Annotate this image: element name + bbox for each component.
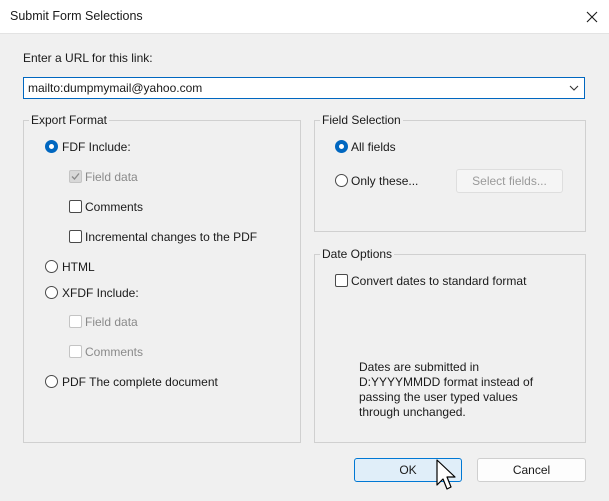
note-line: through unchanged. <box>359 405 466 419</box>
mouse-pointer-icon <box>436 459 456 490</box>
convert-dates-checkbox[interactable] <box>335 274 348 287</box>
note-line: passing the user typed values <box>359 390 518 404</box>
url-combobox[interactable]: mailto:dumpmymail@yahoo.com <box>23 77 585 99</box>
xfdf-radio-label[interactable]: XFDF Include: <box>62 286 139 300</box>
xfdf-comments-label: Comments <box>85 345 144 359</box>
all-fields-radio[interactable] <box>335 140 348 153</box>
all-fields-label[interactable]: All fields <box>351 140 396 154</box>
chevron-down-icon[interactable] <box>568 82 580 94</box>
fdf-incremental-label[interactable]: Incremental changes to the PDF <box>85 230 257 244</box>
only-these-label[interactable]: Only these... <box>351 174 418 188</box>
export-format-group <box>23 120 301 443</box>
fdf-field-data-checkbox[interactable] <box>69 170 82 183</box>
date-format-note: Dates are submitted in D:YYYYMMDD format… <box>359 360 533 420</box>
checkmark-icon <box>71 173 80 180</box>
title-bar: Submit Form Selections <box>0 0 609 34</box>
html-radio[interactable] <box>45 260 58 273</box>
xfdf-field-data-label: Field data <box>85 315 138 329</box>
fdf-radio[interactable] <box>45 140 58 153</box>
url-input[interactable]: mailto:dumpmymail@yahoo.com <box>28 81 202 95</box>
html-radio-label[interactable]: HTML <box>62 260 95 274</box>
cancel-button[interactable]: Cancel <box>477 458 586 482</box>
xfdf-comments-checkbox[interactable] <box>69 345 82 358</box>
fdf-comments-label[interactable]: Comments <box>85 200 143 214</box>
select-fields-button[interactable]: Select fields... <box>456 169 563 193</box>
url-label: Enter a URL for this link: <box>23 51 153 65</box>
field-selection-legend: Field Selection <box>320 113 403 127</box>
fdf-incremental-checkbox[interactable] <box>69 230 82 243</box>
xfdf-radio[interactable] <box>45 286 58 299</box>
fdf-field-data-label: Field data <box>85 170 138 184</box>
export-format-legend: Export Format <box>29 113 110 127</box>
date-options-legend: Date Options <box>320 247 395 261</box>
only-these-radio[interactable] <box>335 174 348 187</box>
note-line: D:YYYYMMDD format instead of <box>359 375 534 389</box>
fdf-radio-label[interactable]: FDF Include: <box>62 140 131 154</box>
window-title: Submit Form Selections <box>10 9 143 23</box>
note-line: Dates are submitted in <box>359 360 480 374</box>
close-button[interactable] <box>575 0 609 33</box>
xfdf-field-data-checkbox[interactable] <box>69 315 82 328</box>
fdf-comments-checkbox[interactable] <box>69 200 82 213</box>
convert-dates-label[interactable]: Convert dates to standard format <box>351 274 526 288</box>
pdf-radio[interactable] <box>45 375 58 388</box>
close-icon <box>586 11 598 22</box>
pdf-radio-label[interactable]: PDF The complete document <box>62 375 218 389</box>
